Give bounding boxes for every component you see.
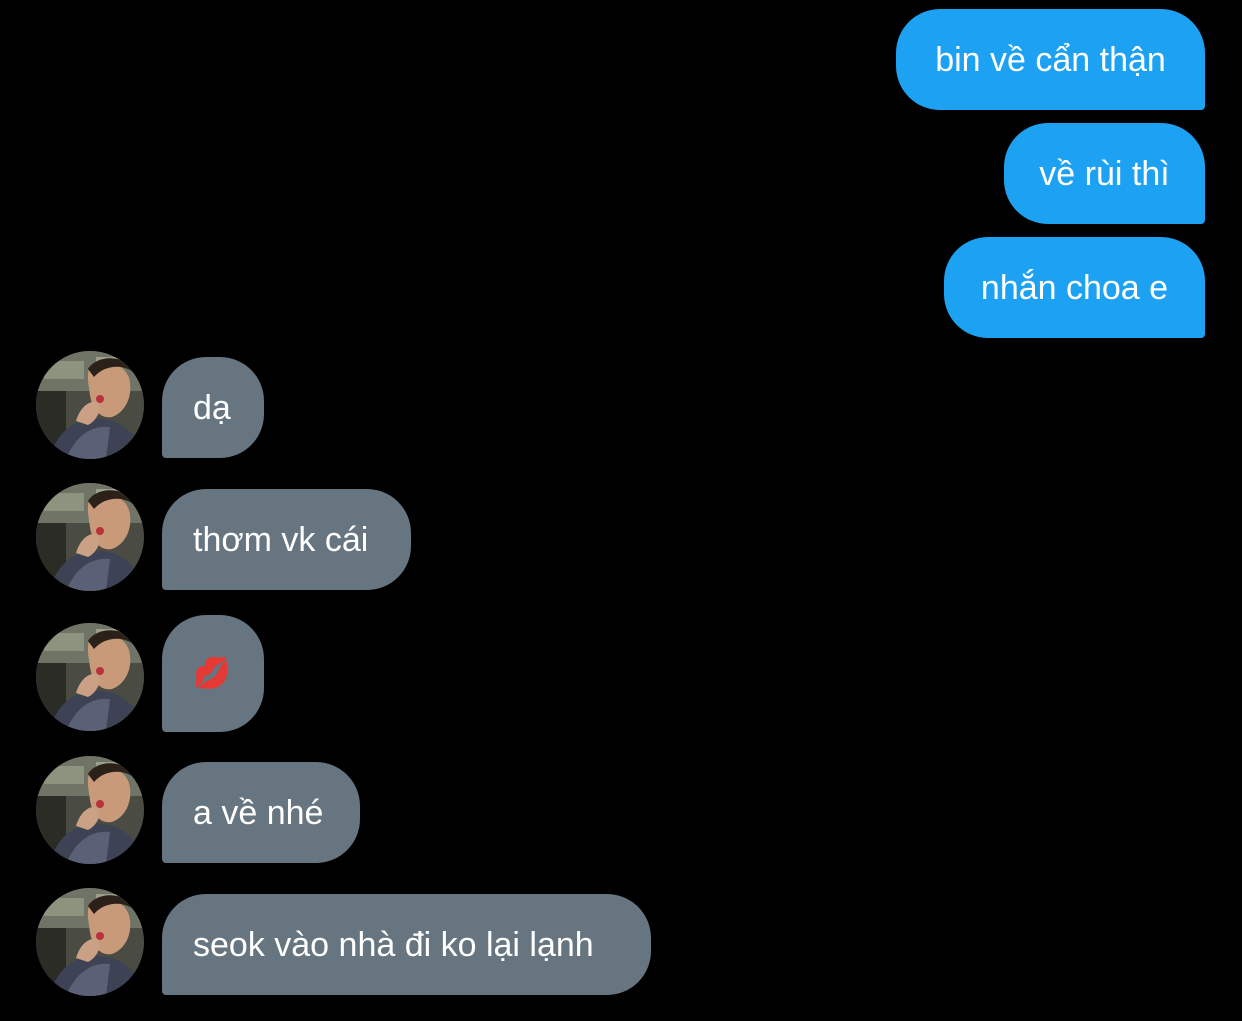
sender-avatar[interactable] [36,351,144,459]
sender-avatar[interactable] [36,756,144,864]
avatar-photo-icon [36,623,144,731]
avatar-photo-icon [36,483,144,591]
incoming-message-bubble[interactable]: 💋 [162,615,264,732]
message-text: a về nhé [193,793,324,832]
outgoing-message-bubble[interactable]: nhắn choa e [944,237,1205,338]
outgoing-message-bubble[interactable]: về rùi thì [1004,123,1205,224]
avatar-photo-icon [36,351,144,459]
message-text: seok vào nhà đi ko lại lạnh [193,925,594,964]
incoming-message-bubble[interactable]: thơm vk cái [162,489,411,590]
message-text: dạ [193,388,231,427]
incoming-message-bubble[interactable]: a về nhé [162,762,360,863]
message-text: nhắn choa e [980,268,1169,307]
kiss-mark-icon: 💋 [193,656,231,690]
chat-thread: bin về cẩn thận về rùi thì nhắn choa e d… [0,0,1242,1021]
outgoing-message-bubble[interactable]: bin về cẩn thận [896,9,1205,110]
message-text: thơm vk cái [193,520,369,559]
sender-avatar[interactable] [36,888,144,996]
incoming-message-bubble[interactable]: seok vào nhà đi ko lại lạnh [162,894,651,995]
message-text: bin về cẩn thận [935,40,1166,79]
incoming-message-bubble[interactable]: dạ [162,357,264,458]
avatar-photo-icon [36,888,144,996]
avatar-photo-icon [36,756,144,864]
message-text: về rùi thì [1039,154,1170,193]
sender-avatar[interactable] [36,623,144,731]
sender-avatar[interactable] [36,483,144,591]
